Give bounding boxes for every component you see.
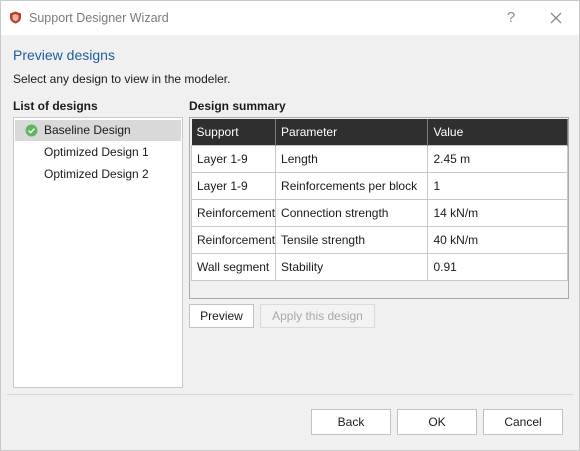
- table-header-row: Support Parameter Value: [191, 119, 568, 146]
- value-cell: 14 kN/m: [427, 199, 568, 227]
- parameter-cell: Connection strength: [275, 199, 429, 227]
- design-summary-label: Design summary: [189, 99, 286, 113]
- close-icon: [550, 12, 562, 24]
- designs-list-label: List of designs: [13, 99, 98, 113]
- ok-button[interactable]: OK: [397, 409, 477, 435]
- title-bar: Support Designer Wizard ?: [1, 1, 579, 35]
- back-button[interactable]: Back: [311, 409, 391, 435]
- design-item-label: Optimized Design 1: [44, 145, 149, 159]
- designs-list: Baseline Design Optimized Design 1 Optim…: [13, 117, 183, 388]
- support-cell: Layer 1-9: [190, 145, 277, 173]
- help-icon: ?: [506, 9, 516, 26]
- design-summary-table: Support Parameter Value Layer 1-9 Length…: [190, 119, 568, 281]
- check-circle-icon: [25, 124, 38, 137]
- support-cell: Reinforcement: [190, 199, 277, 227]
- design-item-optimized-1[interactable]: Optimized Design 1: [15, 142, 181, 163]
- parameter-cell: Length: [275, 145, 429, 173]
- parameter-cell: Stability: [275, 253, 429, 281]
- footer-divider: [7, 394, 573, 395]
- shield-icon: [10, 11, 21, 24]
- table-row[interactable]: Reinforcement Tensile strength 40 kN/m: [190, 226, 568, 254]
- table-row[interactable]: Layer 1-9 Length 2.45 m: [190, 145, 568, 173]
- support-cell: Wall segment: [190, 253, 277, 281]
- value-cell: 40 kN/m: [427, 226, 568, 254]
- design-item-label: Optimized Design 2: [44, 167, 149, 181]
- value-cell: 0.91: [427, 253, 568, 281]
- value-cell: 2.45 m: [427, 145, 568, 173]
- design-item-label: Baseline Design: [44, 123, 131, 137]
- wizard-window: Support Designer Wizard ? Preview design…: [0, 0, 580, 451]
- support-cell: Layer 1-9: [190, 172, 277, 200]
- close-button[interactable]: [546, 8, 566, 28]
- design-item-optimized-2[interactable]: Optimized Design 2: [15, 164, 181, 185]
- table-row[interactable]: Reinforcement Connection strength 14 kN/…: [190, 199, 568, 227]
- apply-design-button[interactable]: Apply this design: [260, 304, 375, 328]
- page-description: Select any design to view in the modeler…: [13, 72, 231, 86]
- page-title: Preview designs: [13, 47, 115, 63]
- column-header-parameter[interactable]: Parameter: [275, 119, 429, 146]
- design-summary-grid: Support Parameter Value Layer 1-9 Length…: [189, 117, 569, 299]
- column-header-support[interactable]: Support: [191, 119, 277, 146]
- value-cell: 1: [427, 172, 568, 200]
- table-row[interactable]: Wall segment Stability 0.91: [190, 253, 568, 281]
- window-title: Support Designer Wizard: [29, 11, 169, 25]
- cancel-button[interactable]: Cancel: [483, 409, 563, 435]
- design-item-baseline[interactable]: Baseline Design: [15, 120, 181, 141]
- parameter-cell: Reinforcements per block: [275, 172, 429, 200]
- help-button[interactable]: ?: [501, 8, 521, 28]
- parameter-cell: Tensile strength: [275, 226, 429, 254]
- table-row[interactable]: Layer 1-9 Reinforcements per block 1: [190, 172, 568, 200]
- support-cell: Reinforcement: [190, 226, 277, 254]
- column-header-value[interactable]: Value: [427, 119, 568, 146]
- preview-button[interactable]: Preview: [189, 304, 254, 328]
